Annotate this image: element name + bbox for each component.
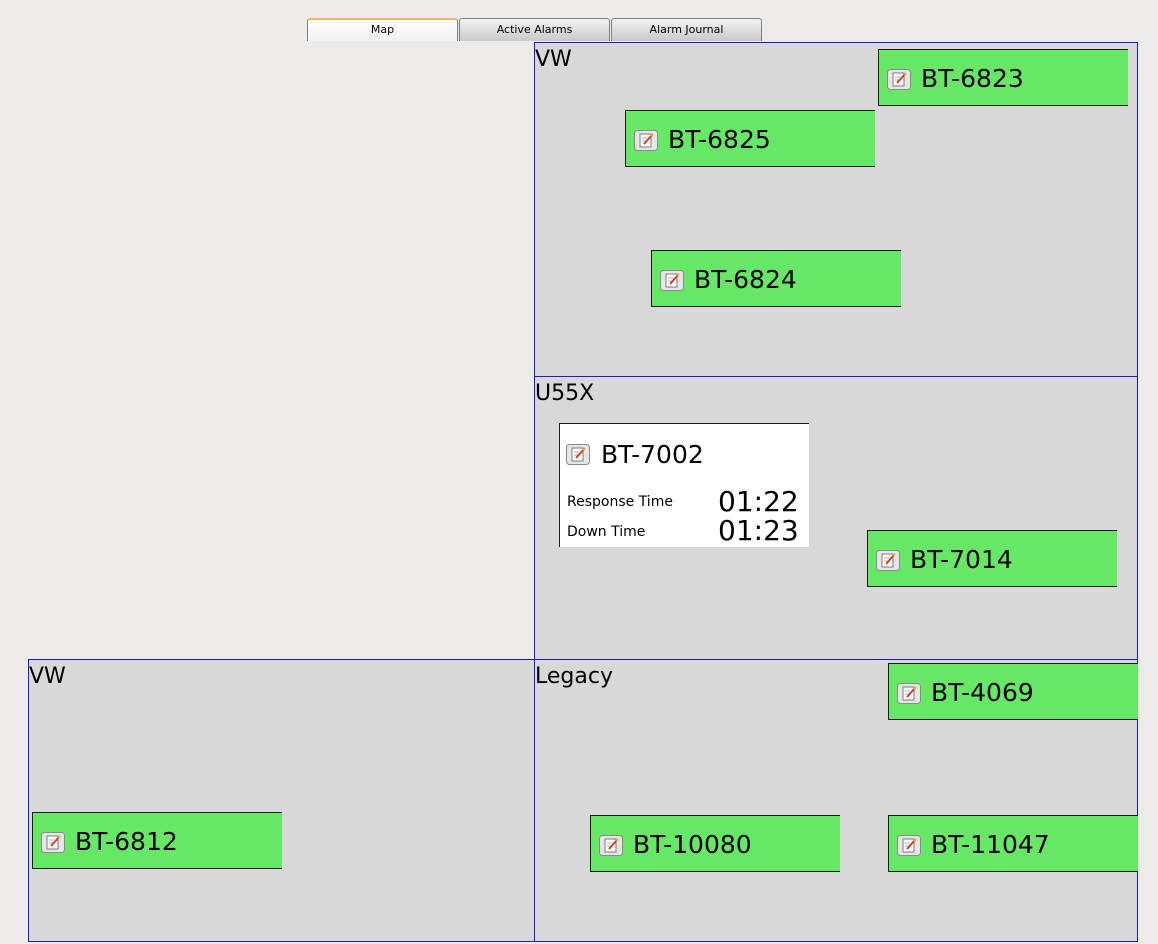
edit-icon[interactable] <box>599 835 623 856</box>
device-bt-6825[interactable]: BT-6825 <box>625 110 875 167</box>
device-label: BT-6824 <box>694 265 797 294</box>
device-bt-10080[interactable]: BT-10080 <box>590 815 840 872</box>
edit-icon[interactable] <box>566 444 590 465</box>
zone-vw-top: VW BT-6823 BT-6825 BT-6824 <box>534 42 1138 377</box>
device-label: BT-6825 <box>668 125 771 154</box>
alarm-card-bt-7002[interactable]: BT-7002 Response Time 01:22 Down Time 01… <box>559 423 809 547</box>
device-bt-7014[interactable]: BT-7014 <box>867 530 1117 587</box>
zone-vw-bottom: VW BT-6812 <box>28 659 535 942</box>
device-label: BT-4069 <box>931 678 1034 707</box>
edit-icon[interactable] <box>660 270 684 291</box>
edit-icon[interactable] <box>41 832 65 853</box>
alarm-card-label: BT-7002 <box>601 440 704 469</box>
device-label: BT-7014 <box>910 545 1013 574</box>
device-label: BT-10080 <box>633 830 752 859</box>
edit-icon[interactable] <box>876 550 900 571</box>
device-bt-6812[interactable]: BT-6812 <box>32 812 282 869</box>
device-bt-6823[interactable]: BT-6823 <box>878 49 1128 106</box>
edit-icon[interactable] <box>634 130 658 151</box>
response-time-value: 01:22 <box>718 485 799 518</box>
zone-u55x: U55X BT-7002 Response Time 01:22 Down Ti… <box>534 376 1138 660</box>
zone-legacy: Legacy BT-4069 BT-10080 BT-11047 <box>534 659 1138 942</box>
zone-label: U55X <box>535 381 595 406</box>
edit-icon[interactable] <box>897 683 921 704</box>
down-time-value: 01:23 <box>718 514 799 547</box>
device-label: BT-11047 <box>931 830 1050 859</box>
tab-active-alarms[interactable]: Active Alarms <box>459 18 610 41</box>
device-bt-11047[interactable]: BT-11047 <box>888 815 1138 872</box>
zone-label: VW <box>29 664 66 689</box>
edit-icon[interactable] <box>887 69 911 90</box>
device-label: BT-6823 <box>921 64 1024 93</box>
down-time-label: Down Time <box>567 524 646 540</box>
device-bt-4069[interactable]: BT-4069 <box>888 663 1138 720</box>
response-time-label: Response Time <box>567 494 673 510</box>
zone-label: VW <box>535 47 572 72</box>
zone-label: Legacy <box>535 664 613 689</box>
device-label: BT-6812 <box>75 827 178 856</box>
tab-alarm-journal[interactable]: Alarm Journal <box>611 18 762 41</box>
device-bt-6824[interactable]: BT-6824 <box>651 250 901 307</box>
edit-icon[interactable] <box>897 835 921 856</box>
tab-map[interactable]: Map <box>307 18 458 41</box>
